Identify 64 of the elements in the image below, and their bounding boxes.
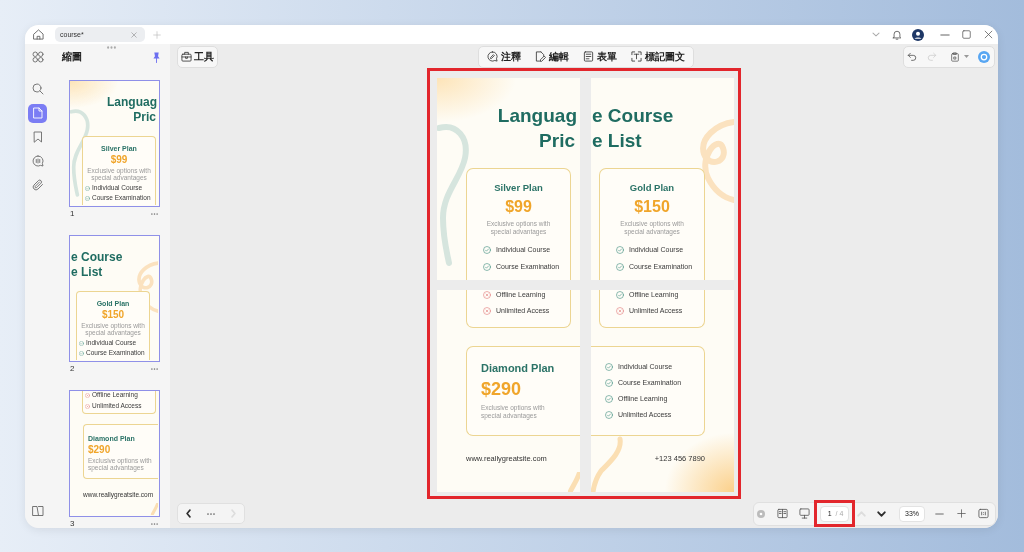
plan-price: $290 bbox=[88, 444, 111, 456]
close-icon[interactable] bbox=[984, 30, 993, 39]
text-scan-icon bbox=[631, 51, 642, 62]
document-pen-icon bbox=[535, 51, 546, 62]
grid-icon bbox=[31, 51, 44, 63]
minimize-icon[interactable] bbox=[940, 33, 950, 36]
mode-button[interactable]: 編輯 bbox=[533, 46, 571, 67]
page-number: 2 bbox=[70, 365, 75, 373]
two-page-icon[interactable] bbox=[777, 508, 788, 519]
more-icon[interactable] bbox=[207, 512, 215, 515]
title-text: Pric bbox=[133, 110, 156, 125]
caret-icon[interactable] bbox=[964, 55, 969, 58]
close-icon[interactable] bbox=[131, 31, 137, 38]
panel-title: 縮圖 bbox=[62, 51, 82, 63]
mode-button[interactable]: 標記圖文 bbox=[629, 46, 687, 67]
page-number: 1 bbox=[70, 210, 75, 218]
page-number: 3 bbox=[70, 520, 75, 528]
speech-bubble-icon bbox=[487, 51, 498, 62]
plan-price: $150 bbox=[634, 199, 670, 215]
ring-icon[interactable] bbox=[978, 50, 990, 63]
home-icon[interactable] bbox=[33, 29, 44, 40]
mode-button[interactable]: 表單 bbox=[581, 46, 619, 67]
title-text: Pric bbox=[539, 129, 575, 153]
plan-price: $99 bbox=[110, 155, 128, 165]
mode-button[interactable]: 注釋 bbox=[485, 46, 523, 67]
undo-icon[interactable] bbox=[907, 51, 917, 62]
squiggle-line bbox=[568, 472, 580, 492]
maximize-icon[interactable] bbox=[962, 30, 971, 39]
zoom-in-icon[interactable] bbox=[957, 509, 966, 518]
clipboard-icon[interactable] bbox=[950, 51, 960, 62]
tools-button[interactable]: 工具 bbox=[177, 45, 218, 68]
title-text: e List bbox=[71, 265, 103, 280]
monitor-icon[interactable] bbox=[799, 508, 810, 519]
squiggle-line bbox=[591, 436, 623, 492]
speech-bubble-icon bbox=[31, 155, 44, 167]
plan-name: Gold Plan bbox=[629, 183, 675, 193]
paperclip-icon bbox=[31, 179, 44, 191]
plan-name: Diamond Plan bbox=[481, 362, 555, 374]
panel-icon[interactable] bbox=[31, 505, 44, 517]
bell-icon[interactable] bbox=[892, 29, 902, 40]
toolbox-icon bbox=[181, 51, 192, 62]
drag-handle-icon[interactable] bbox=[107, 46, 116, 49]
chevron-down-icon[interactable] bbox=[877, 510, 886, 517]
form-icon bbox=[583, 51, 594, 62]
title-text: Languag bbox=[107, 95, 157, 110]
title-text: e Course bbox=[71, 250, 123, 265]
plan-price: $290 bbox=[481, 380, 522, 398]
bookmark-icon bbox=[31, 131, 44, 143]
chevron-left-icon[interactable] bbox=[186, 509, 191, 518]
title-text: e List bbox=[592, 129, 642, 153]
squiggle-line bbox=[150, 503, 158, 515]
page-icon bbox=[31, 107, 44, 119]
pin-icon[interactable] bbox=[153, 51, 160, 63]
title-text: Languag bbox=[497, 104, 577, 128]
dot-circle-icon[interactable] bbox=[757, 509, 765, 518]
search-icon bbox=[31, 83, 44, 95]
avatar-icon[interactable] bbox=[912, 28, 924, 41]
title-text: e Course bbox=[592, 104, 674, 128]
plan-price: $99 bbox=[505, 199, 532, 215]
sidebar-tab[interactable] bbox=[28, 103, 47, 123]
plan-price: $150 bbox=[101, 310, 125, 320]
plan-name: Silver Plan bbox=[494, 183, 543, 193]
fit-page-icon[interactable] bbox=[978, 508, 989, 519]
zoom-out-icon[interactable] bbox=[935, 512, 944, 515]
